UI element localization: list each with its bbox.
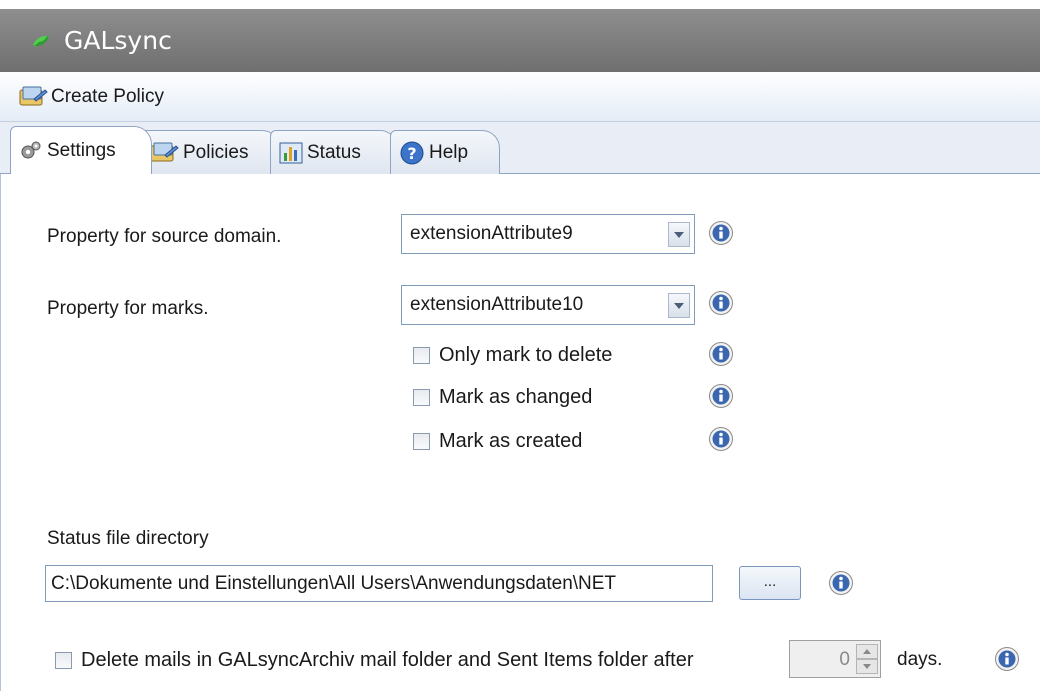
mark-changed-checkbox[interactable]: Mark as changed <box>413 386 592 409</box>
chevron-up-icon[interactable] <box>856 644 878 659</box>
source-domain-select[interactable]: extensionAttribute9 <box>401 214 695 254</box>
days-value: 0 <box>839 649 850 670</box>
only-mark-delete-label: Only mark to delete <box>439 344 613 366</box>
tab-settings-label: Settings <box>47 139 116 161</box>
chevron-down-icon[interactable] <box>668 222 690 247</box>
info-icon[interactable] <box>708 341 734 367</box>
info-icon[interactable] <box>994 646 1020 672</box>
title-bar: GALsync <box>0 0 1040 72</box>
info-icon[interactable] <box>708 290 734 316</box>
delete-mails-label: Delete mails in GALsyncArchiv mail folde… <box>81 649 694 671</box>
tab-help[interactable]: ? Help <box>390 130 500 174</box>
tab-status[interactable]: Status <box>270 130 398 174</box>
days-stepper[interactable]: 0 <box>789 640 881 678</box>
tab-settings[interactable]: Settings <box>10 126 152 174</box>
status-dir-input[interactable]: C:\Dokumente und Einstellungen\All Users… <box>45 565 713 602</box>
gears-icon <box>19 139 43 163</box>
info-icon[interactable] <box>828 570 854 596</box>
only-mark-delete-checkbox[interactable]: Only mark to delete <box>413 344 612 367</box>
chevron-down-icon[interactable] <box>668 293 690 318</box>
tab-help-label: Help <box>429 141 469 163</box>
policy-icon <box>19 86 48 105</box>
tab-status-label: Status <box>307 141 361 163</box>
checkbox-box[interactable] <box>413 347 430 364</box>
marks-select[interactable]: extensionAttribute10 <box>401 285 695 325</box>
toolbar: Create Policy <box>0 72 1040 122</box>
delete-mails-checkbox[interactable]: Delete mails in GALsyncArchiv mail folde… <box>55 649 693 672</box>
status-dir-label: Status file directory <box>47 528 209 549</box>
browse-button[interactable]: ... <box>739 566 801 600</box>
settings-panel: Property for source domain. extensionAtt… <box>0 174 1040 691</box>
policy-icon <box>149 141 179 165</box>
info-icon[interactable] <box>708 383 734 409</box>
mark-changed-label: Mark as changed <box>439 386 593 408</box>
mark-created-label: Mark as created <box>439 430 583 452</box>
tab-policies-label: Policies <box>183 141 249 163</box>
create-policy-label: Create Policy <box>51 85 164 107</box>
checkbox-box[interactable] <box>413 433 430 450</box>
create-policy-button[interactable]: Create Policy <box>18 85 164 109</box>
marks-value: extensionAttribute10 <box>410 294 584 315</box>
info-icon[interactable] <box>708 426 734 452</box>
stepper-arrows[interactable] <box>856 644 878 674</box>
marks-label: Property for marks. <box>47 298 209 319</box>
checkbox-box[interactable] <box>55 652 72 669</box>
tab-policies[interactable]: Policies <box>140 130 280 174</box>
bar-chart-icon <box>279 141 303 165</box>
info-icon[interactable] <box>708 220 734 246</box>
mark-created-checkbox[interactable]: Mark as created <box>413 430 582 453</box>
source-domain-value: extensionAttribute9 <box>410 223 573 244</box>
source-domain-label: Property for source domain. <box>47 226 282 247</box>
days-label: days. <box>897 649 943 670</box>
svg-text:?: ? <box>407 144 416 163</box>
tab-strip: Settings Policies Status ? Help <box>0 122 1040 174</box>
chevron-down-icon[interactable] <box>856 659 878 674</box>
help-icon: ? <box>399 140 425 166</box>
window-title: GALsync <box>64 26 172 55</box>
galsync-logo-icon <box>33 35 49 47</box>
checkbox-box[interactable] <box>413 389 430 406</box>
